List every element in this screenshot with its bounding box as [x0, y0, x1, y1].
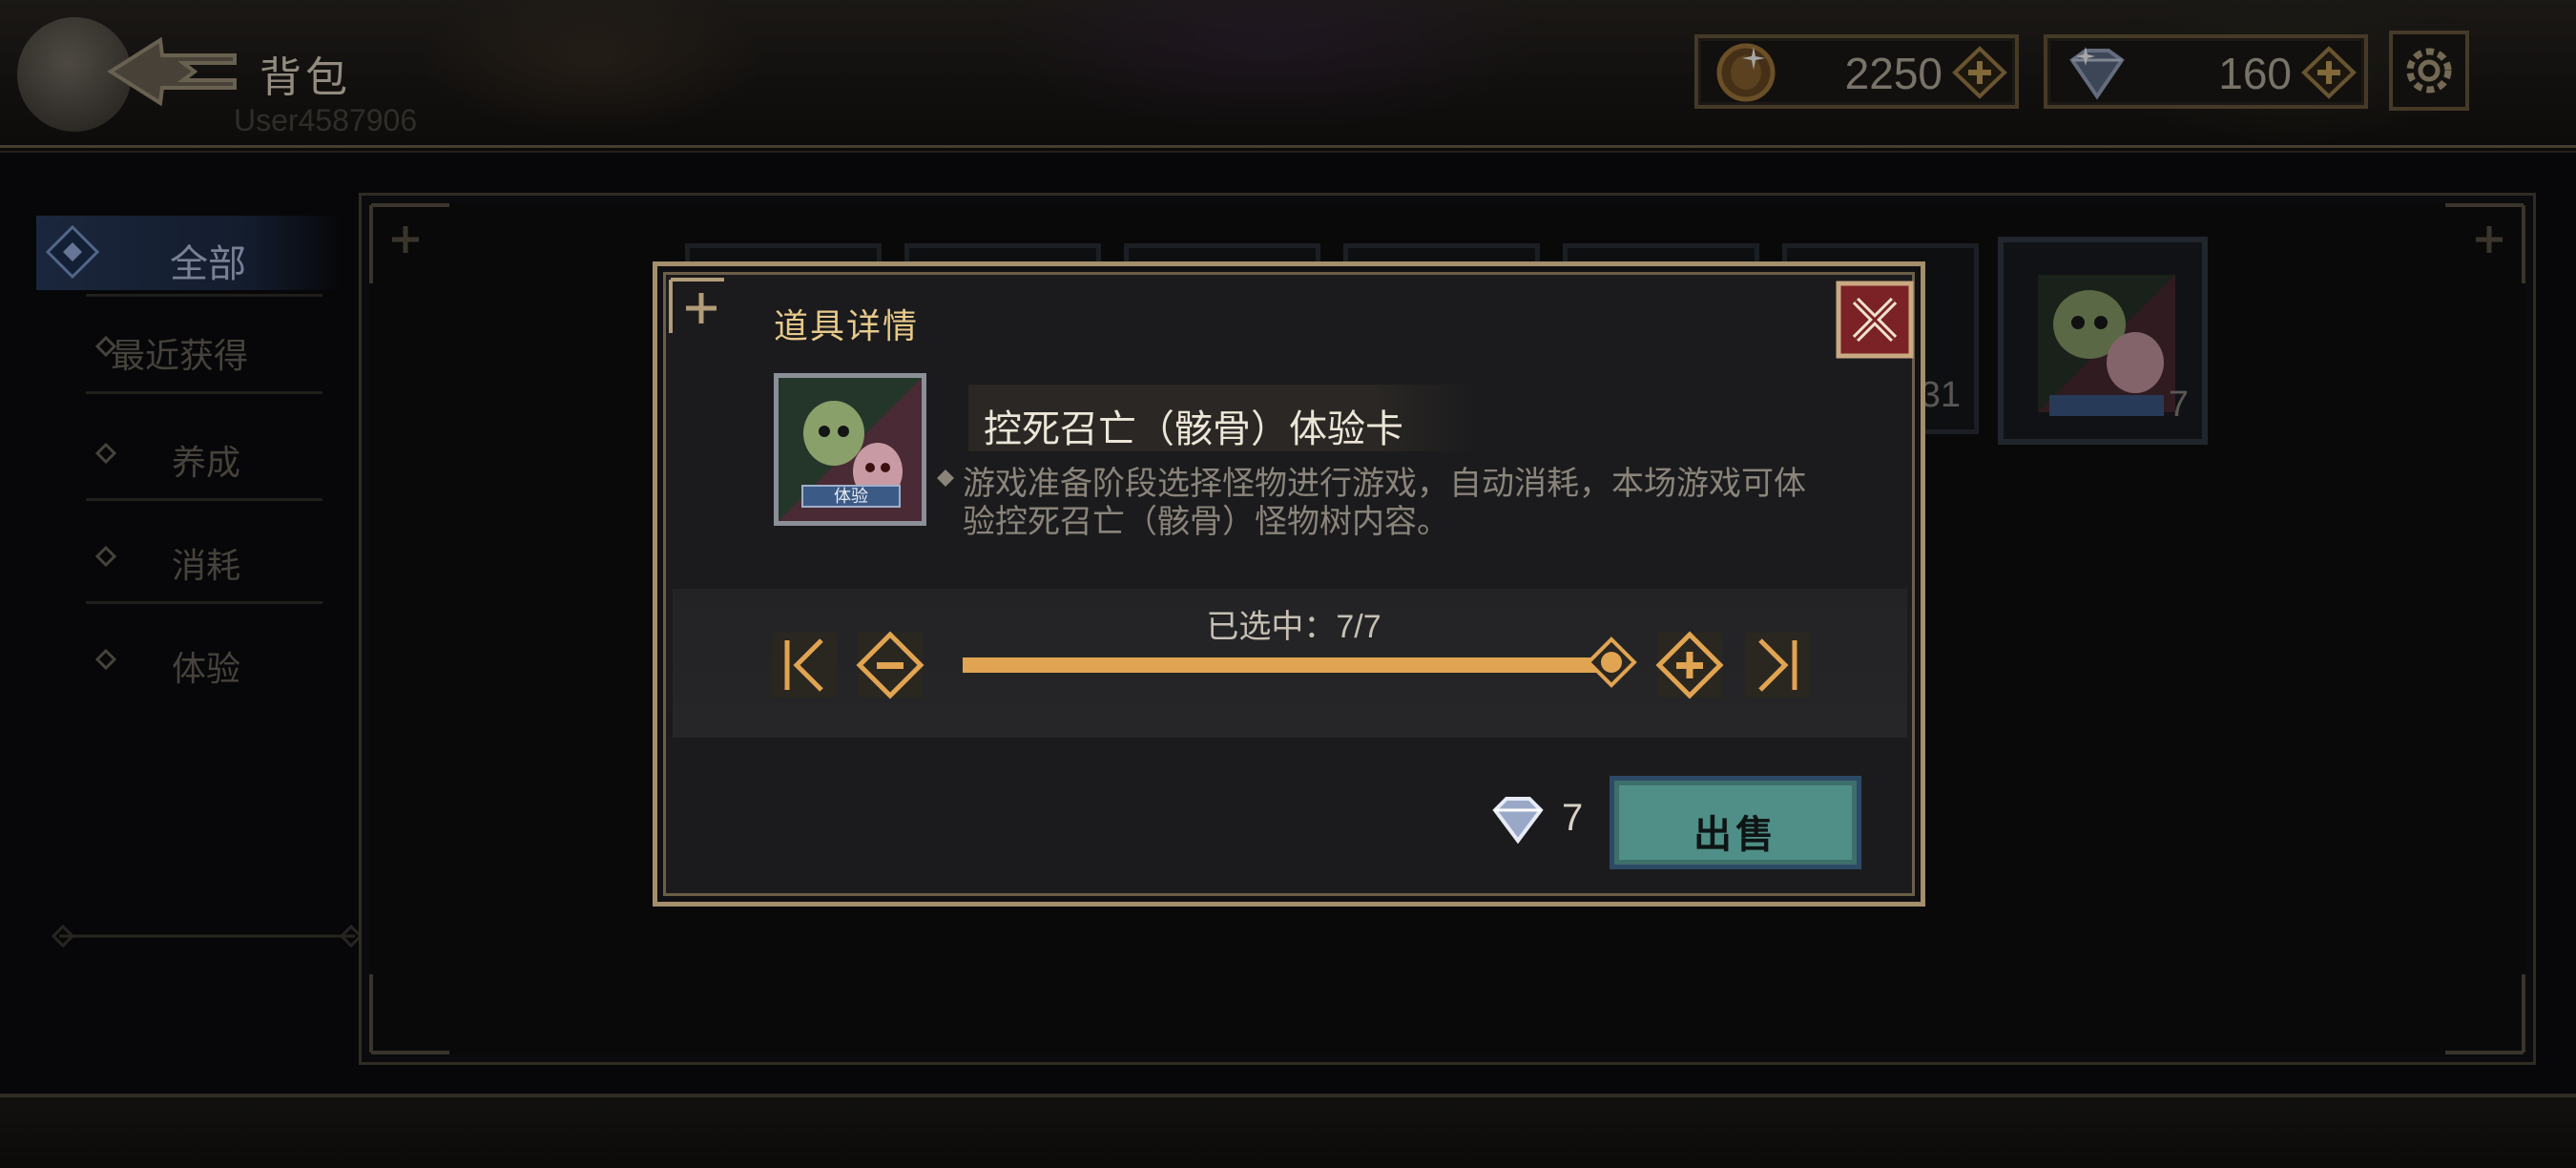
corner-ornament	[669, 278, 724, 333]
dialog-title: 道具详情	[774, 306, 920, 345]
quantity-slider[interactable]	[963, 657, 1611, 673]
diamond-icon	[937, 469, 954, 487]
skip-start-icon[interactable]	[768, 629, 841, 701]
slider-fill	[963, 657, 1611, 673]
plus-icon[interactable]	[1653, 629, 1726, 701]
skip-end-icon[interactable]	[1741, 629, 1814, 701]
sell-price: 7	[1562, 797, 1584, 839]
close-icon[interactable]	[1835, 280, 1915, 360]
item-description: 游戏准备阶段选择怪物进行游戏，自动消耗，本场游戏可体验控死召亡（骸骨）怪物树内容…	[963, 466, 1806, 540]
item-detail-dialog: 道具详情 体验 控死召亡（骸骨）体验卡 游戏准备阶段选择怪物进行游戏，自动消耗，…	[653, 261, 1925, 907]
sell-button-label: 出售	[1693, 814, 1777, 856]
minus-icon[interactable]	[854, 629, 926, 701]
item-tag: 体验	[801, 485, 901, 508]
selected-count: 已选中：7/7	[1206, 609, 1381, 645]
item-name: 控死召亡（骸骨）体验卡	[984, 408, 1403, 450]
gem-icon	[1492, 797, 1544, 845]
slider-thumb-icon[interactable]	[1586, 636, 1637, 688]
sell-button[interactable]: 出售	[1610, 776, 1861, 869]
item-icon: 体验	[774, 373, 926, 526]
